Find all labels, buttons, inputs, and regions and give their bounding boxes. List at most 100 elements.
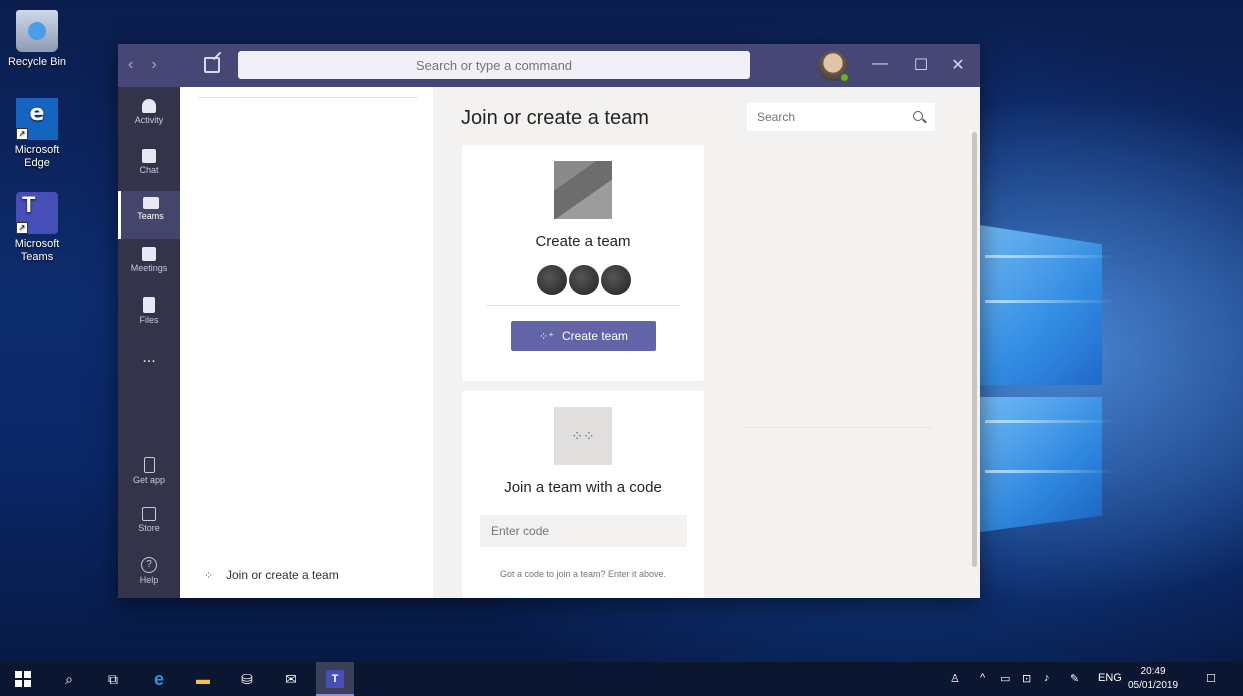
rail-item-activity[interactable]: Activity (118, 93, 180, 141)
rail-item-files[interactable]: Files (118, 291, 180, 339)
language-indicator[interactable]: ENG (1098, 672, 1122, 684)
search-icon[interactable]: ⌕ (60, 670, 78, 688)
light-ray (985, 255, 1115, 258)
add-team-icon: ⁘ (204, 570, 214, 582)
compose-icon[interactable] (204, 57, 220, 73)
join-with-code-card: ⁘⁘ Join a team with a code Got a code to… (462, 391, 704, 598)
rail-item-more[interactable]: ... (118, 349, 180, 397)
light-ray (985, 470, 1115, 473)
team-code-input[interactable] (480, 515, 687, 547)
title-bar: ‹› — ☐ ✕ (118, 44, 980, 87)
taskbar: ⌕ ⧉ e ▬ ⛁ ✉ T ♙ ^ ▭ ⊡ ♪ ✎ ENG 20:49 05/0… (0, 662, 1243, 696)
add-team-icon: ⁘⁺ (538, 331, 554, 343)
button-label: Create team (562, 329, 629, 343)
desktop-icon-recycle-bin[interactable]: Recycle Bin (2, 10, 72, 69)
teams-window: ‹› — ☐ ✕ Activity Chat Teams Meetings F (118, 44, 980, 598)
rail-item-get-app[interactable]: Get app (118, 451, 180, 499)
windows-logo-wallpaper (980, 225, 1130, 532)
rail-item-label: Help (139, 575, 159, 585)
teams-icon: T (326, 670, 344, 688)
recycle-bin-icon (16, 10, 58, 52)
time: 20:49 (1140, 666, 1166, 677)
rail-item-teams[interactable]: Teams (118, 191, 180, 239)
hint-text: Got a code to join a team? Enter it abov… (499, 569, 667, 579)
scrollbar[interactable] (972, 132, 977, 567)
rail-item-store[interactable]: Store (118, 501, 180, 549)
page-title: Join or create a team (461, 107, 649, 129)
divider (743, 427, 933, 428)
rail-item-label: Get app (132, 475, 166, 485)
shortcut-arrow-icon: ↗ (16, 128, 28, 140)
task-view-icon[interactable]: ⧉ (104, 670, 122, 688)
teams-icon (142, 197, 159, 209)
pen-icon[interactable]: ✎ (1070, 672, 1079, 685)
app-rail: Activity Chat Teams Meetings Files ... G… (118, 87, 180, 598)
forward-icon[interactable]: › (151, 56, 174, 73)
start-icon[interactable] (14, 670, 32, 688)
desktop-icon-label: Microsoft Edge (14, 144, 60, 169)
help-icon: ? (141, 557, 157, 573)
store-icon[interactable]: ⛁ (238, 670, 256, 688)
rail-item-meetings[interactable]: Meetings (118, 241, 180, 289)
store-icon (142, 507, 156, 521)
maximize-button[interactable]: ☐ (911, 55, 931, 75)
avatar (537, 265, 567, 295)
calendar-icon (142, 247, 156, 261)
minimize-button[interactable]: — (870, 55, 890, 73)
search-icon[interactable] (913, 111, 923, 121)
notification-icon[interactable]: ☐ (1206, 672, 1216, 685)
edge-icon: e ↗ (16, 98, 58, 140)
command-search-input[interactable] (238, 51, 750, 79)
close-button[interactable]: ✕ (948, 55, 968, 75)
rail-item-label: Activity (134, 115, 164, 125)
back-icon[interactable]: ‹ (128, 56, 151, 73)
rail-item-label: Chat (139, 165, 159, 175)
chevron-up-icon[interactable]: ^ (980, 672, 985, 684)
desktop-icon-label: Recycle Bin (7, 56, 67, 68)
rail-item-label: Files (139, 315, 159, 325)
phone-icon (143, 457, 155, 473)
desktop-icon-label: Microsoft Teams (14, 238, 60, 263)
rail-item-chat[interactable]: Chat (118, 143, 180, 191)
people-icon[interactable]: ♙ (950, 672, 960, 685)
teams-list-pane: ⁘ Join or create a team (180, 87, 475, 598)
shortcut-arrow-icon: ↗ (16, 222, 28, 234)
member-avatars (532, 265, 636, 297)
rail-item-label: Teams (137, 211, 164, 221)
rail-item-help[interactable]: ? Help (118, 551, 180, 599)
battery-icon[interactable]: ▭ (1000, 672, 1010, 685)
bell-icon (142, 99, 156, 113)
rail-item-label: Meetings (130, 263, 168, 273)
join-or-create-team-link[interactable]: ⁘ Join or create a team (204, 568, 339, 582)
file-explorer-icon[interactable]: ▬ (194, 670, 212, 688)
team-icon: ⁘⁘ (554, 407, 612, 465)
create-team-button[interactable]: ⁘⁺ Create team (511, 321, 656, 351)
nav-arrows: ‹› (128, 56, 175, 74)
avatar[interactable] (818, 51, 850, 83)
taskbar-teams-active[interactable]: T (316, 662, 354, 696)
desktop-icon-edge[interactable]: e ↗ Microsoft Edge (2, 98, 72, 170)
clock[interactable]: 20:49 05/01/2019 (1128, 665, 1178, 693)
mail-icon[interactable]: ✉ (282, 670, 300, 688)
edge-icon[interactable]: e (150, 670, 168, 688)
light-ray (985, 420, 1115, 423)
desktop-icon-teams[interactable]: T ↗ Microsoft Teams (2, 192, 72, 264)
divider (486, 305, 680, 306)
more-icon: ... (142, 349, 156, 366)
main-content: Join or create a team Create a team ⁘⁺Cr… (433, 87, 980, 598)
rail-item-label: Store (138, 523, 160, 533)
team-image-icon (554, 161, 612, 219)
card-title: Join a team with a code (504, 479, 662, 496)
create-team-card: Create a team ⁘⁺ Create team (462, 145, 704, 381)
avatar (601, 265, 631, 295)
team-search-input[interactable] (747, 103, 935, 131)
chat-icon (142, 149, 156, 163)
network-icon[interactable]: ⊡ (1022, 672, 1031, 685)
volume-icon[interactable]: ♪ (1044, 672, 1050, 684)
status-available-icon (839, 72, 850, 83)
avatar (569, 265, 599, 295)
card-title: Create a team (535, 233, 631, 250)
light-ray (985, 300, 1115, 303)
date: 05/01/2019 (1128, 680, 1179, 691)
teams-icon: T ↗ (16, 192, 58, 234)
